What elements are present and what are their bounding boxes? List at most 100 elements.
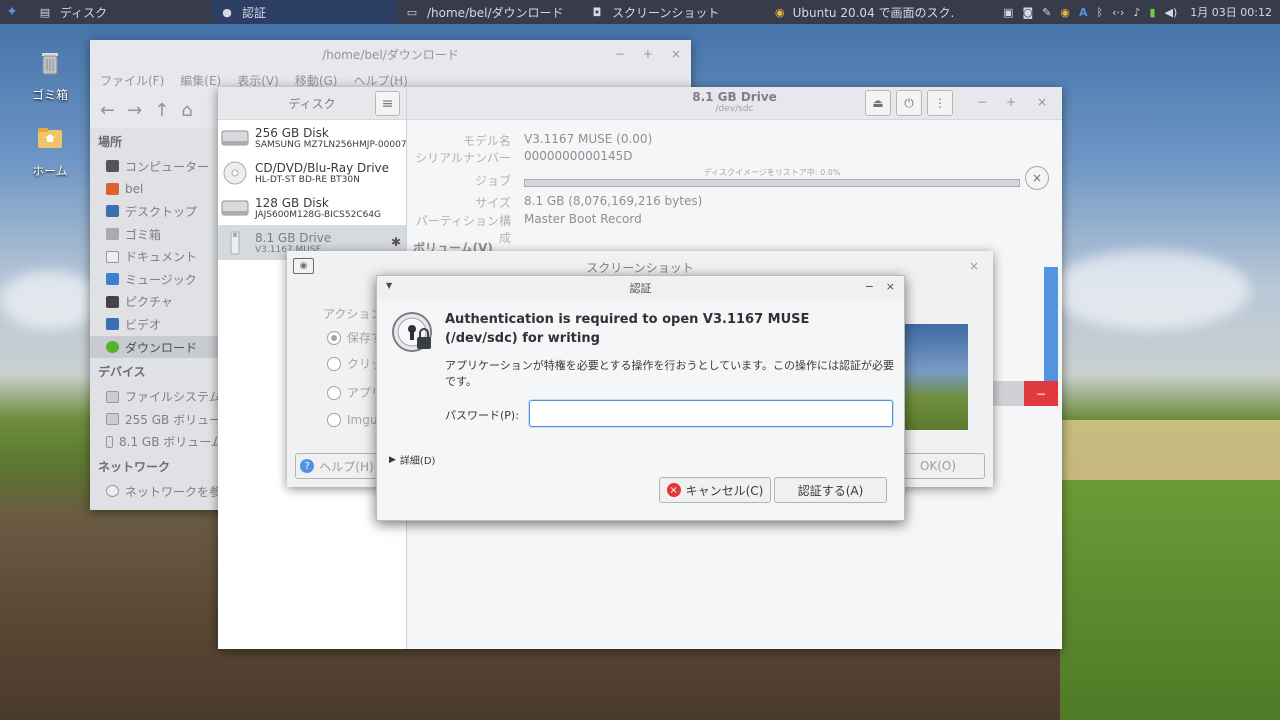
home-icon[interactable]: ⌂ — [181, 100, 192, 121]
trash-icon — [42, 53, 58, 75]
drive-icon — [106, 413, 119, 426]
authenticate-button[interactable]: 認証する(A) — [774, 477, 887, 503]
close-icon[interactable]: × — [969, 259, 979, 273]
battery-icon[interactable]: ▮ — [1149, 6, 1155, 19]
auth-titlebar[interactable]: ▼ 認証 − × — [377, 276, 904, 300]
optical-disc-icon — [223, 161, 247, 184]
forward-arrow-icon[interactable]: → — [127, 100, 142, 121]
sidebar-item-documents[interactable]: ドキュメント — [90, 245, 218, 268]
drive-item[interactable]: CD/DVD/Blu-Ray Drive HL-DT-ST BD-RE BT30N — [218, 155, 406, 190]
sidebar-item-filesystem[interactable]: ファイルシステム — [90, 385, 218, 408]
sidebar-item-videos[interactable]: ビデオ — [90, 313, 218, 336]
cancel-job-icon[interactable]: × — [1025, 166, 1049, 190]
menu-file[interactable]: ファイル(F) — [100, 72, 164, 89]
chrome-icon: ◉ — [775, 5, 785, 19]
desktop-icon — [106, 205, 119, 218]
camera-icon: ◉ — [293, 258, 314, 274]
desktop-home[interactable]: ホーム — [18, 123, 82, 179]
network-icon — [106, 485, 119, 498]
devices-header: デバイス — [98, 365, 146, 380]
usb-drive-icon — [230, 231, 240, 254]
task-file-manager[interactable]: ▭ /home/bel/ダウンロード — [397, 0, 582, 24]
sidebar-item-computer[interactable]: コンピューター — [90, 155, 218, 178]
minimize-icon[interactable]: − — [615, 47, 625, 61]
whisker-menu-icon[interactable]: ✦ — [0, 0, 24, 24]
option-imgur[interactable]: Imgur — [327, 413, 382, 427]
radio-button[interactable] — [327, 413, 341, 427]
close-icon[interactable]: × — [886, 280, 895, 293]
chrome-tray-icon[interactable]: ◉ — [1060, 6, 1070, 19]
picture-icon — [106, 295, 119, 308]
drive-icon — [106, 390, 119, 403]
job-progress-bar — [524, 179, 1020, 187]
display-icon[interactable]: ▣ — [1003, 6, 1013, 19]
volume-icon[interactable]: ◀) — [1165, 6, 1178, 19]
notes-icon[interactable]: ✎ — [1042, 6, 1051, 19]
radio-button[interactable] — [327, 385, 341, 400]
menu-edit[interactable]: 編集(E) — [180, 72, 221, 89]
auth-heading: Authentication is required to open V3.11… — [445, 312, 810, 346]
maximize-icon[interactable]: + — [643, 47, 653, 61]
menu-help[interactable]: ヘルプ(H) — [353, 72, 407, 89]
lock-icon — [392, 312, 432, 352]
drive-item[interactable]: 256 GB Disk SAMSUNG MZ7LN256HMJP-00007 — [218, 120, 407, 155]
details-expander[interactable]: ▶ 詳細(D) — [389, 452, 435, 468]
back-arrow-icon[interactable]: ← — [100, 100, 115, 121]
background-cloud — [0, 270, 100, 330]
task-auth[interactable]: ● 認証 — [212, 0, 397, 24]
hamburger-menu-icon[interactable]: ≡ — [375, 91, 400, 116]
radio-button[interactable] — [327, 330, 341, 345]
camera-icon[interactable]: ◙ — [1023, 6, 1034, 19]
sidebar-item-downloads[interactable]: ダウンロード — [90, 335, 218, 359]
notification-bell-icon[interactable]: ♪ — [1133, 6, 1140, 19]
radio-button[interactable] — [327, 356, 341, 371]
clock[interactable]: 1月 03日 00:12 — [1190, 4, 1272, 20]
folder-icon: ▭ — [406, 5, 418, 19]
ok-button[interactable]: OK(O) — [891, 453, 985, 479]
task-screenshot[interactable]: ◘ スクリーンショット — [582, 0, 767, 24]
password-label: パスワード(P): — [445, 409, 519, 422]
cancel-icon: × — [666, 483, 681, 497]
option-clipboard[interactable]: クリッ — [327, 355, 383, 372]
network-icon[interactable]: ‹·› — [1112, 6, 1124, 19]
authentication-dialog: ▼ 認証 − × Authentication is required to o… — [376, 275, 905, 521]
bluetooth-icon[interactable]: ᛒ — [1097, 6, 1104, 19]
places-header: 場所 — [98, 135, 123, 149]
task-browser[interactable]: ◉ Ubuntu 20.04 で画面のスク... — [767, 0, 955, 24]
sidebar-item-volume-255[interactable]: 255 GB ボリューム — [90, 408, 218, 431]
menu-go[interactable]: 移動(G) — [295, 72, 338, 89]
volume-partition-block[interactable] — [1044, 267, 1058, 381]
option-application[interactable]: アプリ — [327, 384, 383, 401]
input-method-icon[interactable]: A — [1079, 6, 1088, 19]
job-progress-label: ディスクイメージをリストア中: 0.0% — [703, 168, 841, 177]
trash-icon — [106, 228, 119, 241]
task-disks[interactable]: ▤ ディスク — [30, 0, 210, 24]
password-input[interactable] — [529, 400, 893, 427]
minimize-icon[interactable]: − — [865, 280, 874, 293]
hard-disk-icon — [221, 200, 249, 215]
remove-partition-button[interactable]: − — [1024, 381, 1058, 406]
drive-item[interactable]: 128 GB Disk JAJS600M128G-BICS52C64G — [218, 190, 406, 225]
sidebar-item-browse-network[interactable]: ネットワークを参照 — [90, 480, 218, 503]
help-button[interactable]: ? ヘルプ(H) — [295, 453, 379, 479]
file-manager-titlebar[interactable]: /home/bel/ダウンロード − + × — [90, 40, 691, 68]
desktop-trash[interactable]: ゴミ箱 — [18, 47, 82, 103]
top-panel: ✦ ▤ ディスク ● 認証 ▭ /home/bel/ダウンロード ◘ スクリーン… — [0, 0, 1280, 24]
sidebar-item-trash[interactable]: ゴミ箱 — [90, 223, 218, 246]
option-save[interactable]: 保存す — [327, 329, 383, 346]
sidebar-item-desktop[interactable]: デスクトップ — [90, 200, 218, 223]
file-manager-sidebar: 場所 コンピューター bel デスクトップ ゴミ箱 ドキュメント ミュージック … — [90, 128, 218, 510]
disks-icon: ▤ — [39, 5, 51, 19]
window-menu-icon[interactable]: ▼ — [386, 281, 392, 290]
sidebar-item-music[interactable]: ミュージック — [90, 268, 218, 291]
cancel-button[interactable]: × キャンセル(C) — [659, 477, 771, 503]
video-icon — [106, 318, 119, 331]
help-icon: ? — [300, 459, 315, 473]
close-icon[interactable]: × — [671, 47, 681, 61]
up-arrow-icon[interactable]: ↑ — [154, 100, 169, 121]
sidebar-item-home[interactable]: bel — [90, 178, 218, 201]
volume-free-block[interactable] — [992, 381, 1024, 406]
menu-view[interactable]: 表示(V) — [237, 72, 279, 89]
sidebar-item-pictures[interactable]: ピクチャ — [90, 291, 218, 314]
sidebar-item-volume-8[interactable]: 8.1 GB ボリューム — [90, 431, 218, 454]
